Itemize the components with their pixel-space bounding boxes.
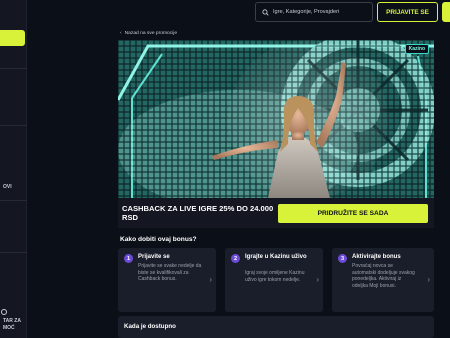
step-title: Aktivirajte bonus (352, 254, 401, 260)
step-title: Prijavite se (138, 254, 170, 260)
back-link[interactable]: ‹ Nazad na sve promocije (120, 31, 177, 36)
sidebar-divider (0, 125, 27, 126)
sidebar-item-label[interactable]: OVI (3, 184, 12, 190)
step-description: Povraćaj novca se automatski dodeljuje s… (352, 263, 415, 289)
search-icon (262, 8, 269, 16)
step-card[interactable]: 3 Aktivirajte bonus Povraćaj novca se au… (332, 248, 434, 312)
help-icon (1, 309, 7, 315)
chevron-right-icon: › (316, 275, 319, 284)
chevron-right-icon: › (209, 275, 212, 284)
sidebar: OVI TAR ZA MOĆ (0, 0, 27, 338)
kazino-badge: Kazino (404, 44, 429, 54)
step-number-badge: 2 (231, 254, 240, 263)
promo-title: CASHBACK ZA LIVE IGRE 25% DO 24.000 RSD (122, 204, 274, 222)
step-description: Igraj svoje omiljene Kazinu uživo igre t… (245, 270, 305, 283)
sidebar-item-label[interactable]: TAR ZA (3, 318, 21, 324)
chevron-right-icon: › (427, 275, 430, 284)
sidebar-divider (0, 68, 27, 69)
promo-header: CASHBACK ZA LIVE IGRE 25% DO 24.000 RSD … (118, 198, 434, 228)
sidebar-item-label[interactable]: MOĆ (3, 325, 15, 331)
back-link-label: Nazad na sve promocije (124, 31, 178, 36)
step-number-badge: 1 (124, 254, 133, 263)
search-input[interactable] (273, 9, 369, 15)
join-now-button[interactable]: PRIDRUŽITE SE SADA (278, 204, 428, 223)
sidebar-divider (0, 252, 27, 253)
step-title: Igrajte u Kazinu uživo (245, 254, 307, 260)
search-bar[interactable] (255, 2, 373, 22)
availability-section[interactable]: Kada je dostupno (118, 316, 434, 338)
sidebar-active-item[interactable] (0, 30, 25, 46)
step-card[interactable]: 1 Prijavite se Prijavite se svake nedelj… (118, 248, 216, 312)
promo-hero-image: Kazino (118, 40, 434, 198)
casino-hero-illustration (118, 40, 434, 198)
sidebar-divider (0, 200, 27, 201)
chevron-left-icon: ‹ (120, 31, 122, 36)
register-button[interactable] (442, 2, 450, 22)
how-to-title: Kako dobiti ovaj bonus? (120, 236, 197, 243)
availability-title: Kada je dostupno (124, 323, 176, 330)
login-button[interactable]: PRIJAVITE SE (377, 2, 438, 22)
step-number-badge: 3 (338, 254, 347, 263)
step-description: Prijavite se svake nedelje da biste se k… (138, 263, 202, 283)
step-card[interactable]: 2 Igrajte u Kazinu uživo Igraj svoje omi… (225, 248, 323, 312)
